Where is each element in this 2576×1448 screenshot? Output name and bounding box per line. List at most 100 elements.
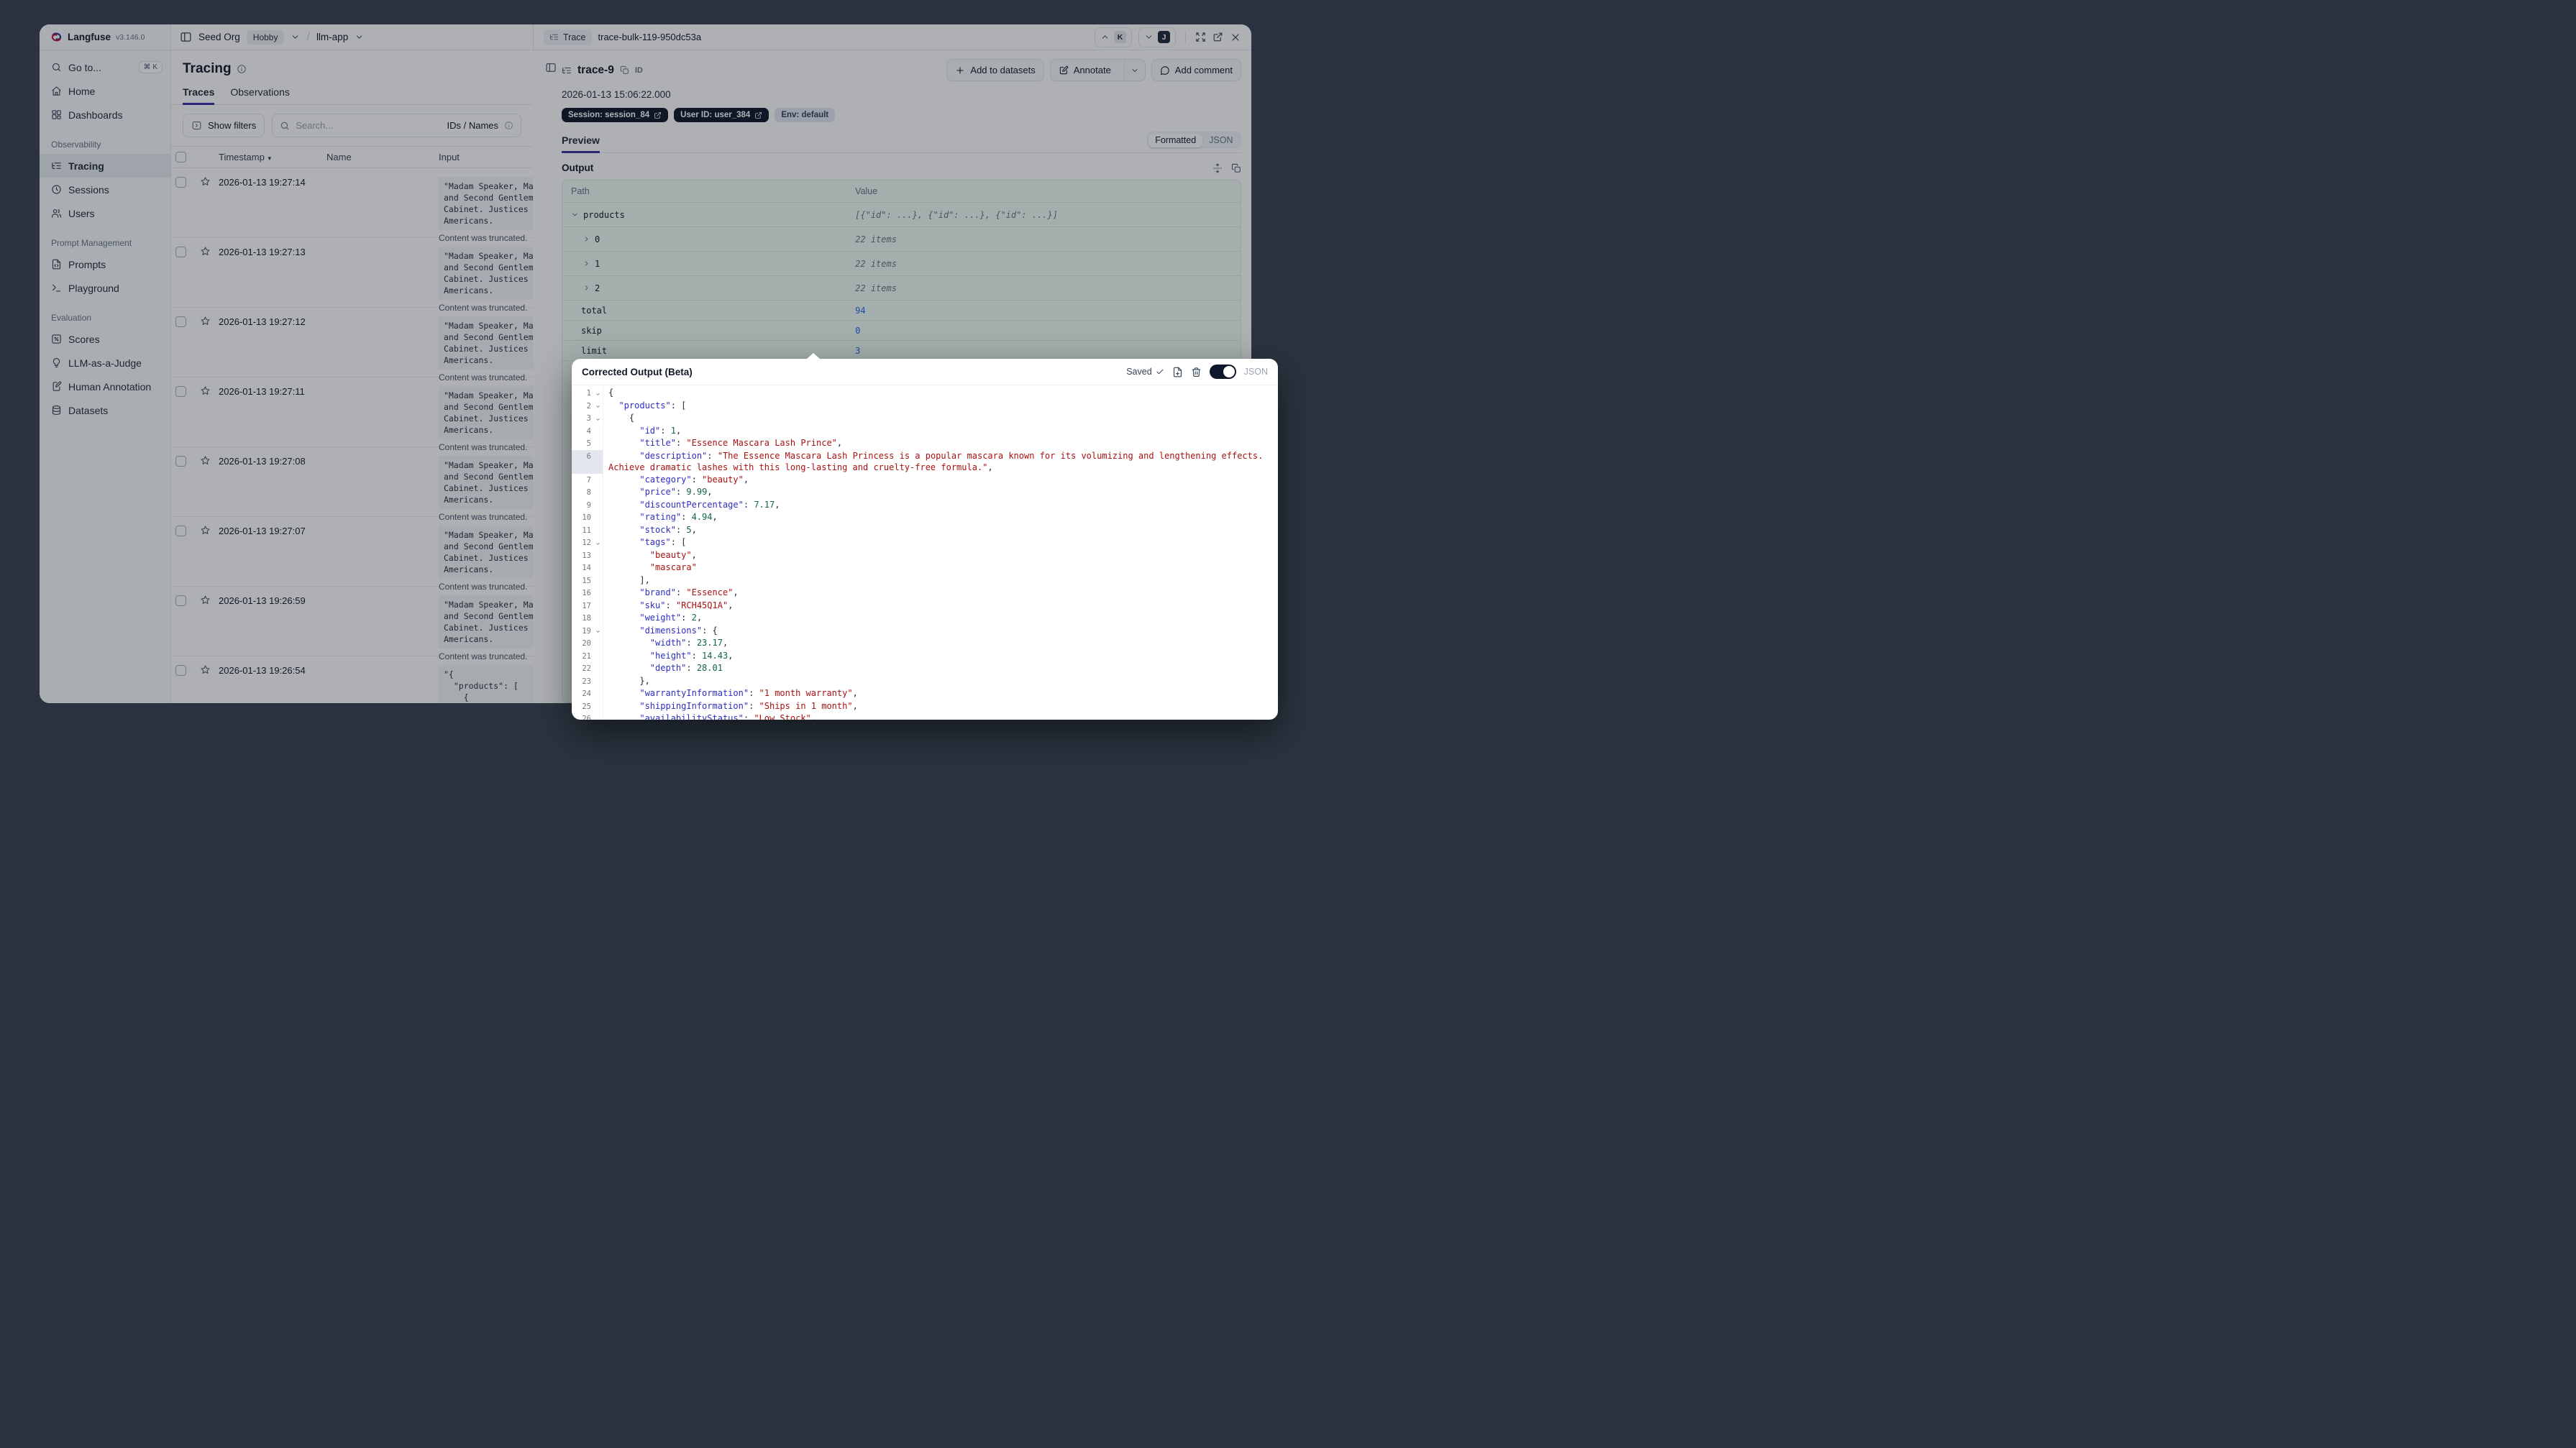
fold-chevron-icon[interactable] (593, 387, 603, 400)
gutter: 24 (572, 687, 603, 700)
gutter: 14 (572, 562, 603, 574)
code-line-content: "category": "beauty", (639, 474, 749, 485)
code-line-7[interactable]: 7 "category": "beauty", (572, 473, 1278, 486)
code-line-18[interactable]: 18 "weight": 2, (572, 612, 1278, 625)
code-line-26[interactable]: 26 "availabilityStatus": "Low Stock", (572, 712, 1278, 720)
fold-chevron-icon[interactable] (593, 412, 603, 425)
code-line-17[interactable]: 17 "sku": "RCH45Q1A", (572, 599, 1278, 613)
code-line-content: "width": 23.17, (649, 638, 729, 648)
code-line-content: "shippingInformation": "Ships in 1 month… (639, 700, 858, 711)
code-line-22[interactable]: 22 "depth": 28.01 (572, 662, 1278, 675)
gutter: 18 (572, 612, 603, 625)
code-line-10[interactable]: 10 "rating": 4.94, (572, 511, 1278, 524)
code-line-13[interactable]: 13 "beauty", (572, 549, 1278, 562)
gutter: 21 (572, 649, 603, 662)
json-toggle-label: JSON (1243, 367, 1268, 377)
toggle-knob (1223, 366, 1235, 377)
gutter: 3 (572, 412, 603, 425)
delete-icon[interactable] (1191, 367, 1202, 377)
gutter: 13 (572, 549, 603, 562)
code-line-content: "beauty", (649, 549, 697, 560)
gutter: 10 (572, 511, 603, 524)
gutter: 8 (572, 486, 603, 499)
gutter: 19 (572, 624, 603, 638)
code-line-19[interactable]: 19 "dimensions": { (572, 624, 1278, 638)
gutter: 20 (572, 637, 603, 650)
gutter: 6 (572, 449, 603, 474)
code-line-1[interactable]: 1{ (572, 387, 1278, 400)
code-line-9[interactable]: 9 "discountPercentage": 7.17, (572, 498, 1278, 512)
code-line-24[interactable]: 24 "warrantyInformation": "1 month warra… (572, 687, 1278, 700)
code-line-23[interactable]: 23 }, (572, 674, 1278, 688)
add-to-dataset-icon[interactable] (1172, 367, 1183, 377)
code-line-6[interactable]: 6 "description": "The Essence Mascara La… (572, 449, 1278, 474)
code-line-content: "availabilityStatus": "Low Stock", (639, 713, 817, 720)
corrected-output-panel: Corrected Output (Beta) Saved JSON 1{2 "… (572, 353, 1278, 720)
code-line-5[interactable]: 5 "title": "Essence Mascara Lash Prince"… (572, 437, 1278, 450)
gutter: 4 (572, 424, 603, 438)
json-code-editor[interactable]: 1{2 "products": [3 {4 "id": 1, 5 "title":… (572, 385, 1278, 720)
gutter: 12 (572, 536, 603, 549)
code-line-content: "height": 14.43, (649, 650, 734, 661)
gutter: 16 (572, 587, 603, 600)
code-line-21[interactable]: 21 "height": 14.43, (572, 649, 1278, 662)
code-line-content: "weight": 2, (639, 613, 703, 623)
desktop: { "colors": { "accent": "#3730a3", "badg… (0, 0, 1288, 724)
gutter: 2 (572, 399, 603, 413)
fold-chevron-icon[interactable] (593, 400, 603, 413)
code-line-11[interactable]: 11 "stock": 5, (572, 523, 1278, 537)
code-line-content: { (608, 388, 614, 398)
gutter: 7 (572, 473, 603, 486)
gutter: 9 (572, 498, 603, 512)
corrected-output-controls: Saved JSON (1126, 365, 1268, 379)
gutter: 1 (572, 387, 603, 400)
gutter: 26 (572, 712, 603, 720)
code-line-12[interactable]: 12 "tags": [ (572, 536, 1278, 549)
code-line-content: "title": "Essence Mascara Lash Prince", (639, 438, 843, 448)
code-line-content: "rating": 4.94, (639, 512, 718, 522)
code-line-content: "dimensions": { (639, 625, 718, 636)
code-line-2[interactable]: 2 "products": [ (572, 399, 1278, 413)
code-line-content: "products": [ (618, 400, 687, 411)
code-line-content: "tags": [ (639, 537, 687, 547)
fold-chevron-icon[interactable] (593, 536, 603, 549)
code-line-25[interactable]: 25 "shippingInformation": "Ships in 1 mo… (572, 700, 1278, 713)
code-line-4[interactable]: 4 "id": 1, (572, 424, 1278, 438)
gutter: 23 (572, 674, 603, 688)
code-line-content: "mascara" (649, 562, 697, 572)
fold-chevron-icon[interactable] (593, 625, 603, 638)
code-line-15[interactable]: 15 ], (572, 574, 1278, 587)
check-icon (1156, 367, 1164, 376)
code-line-content: "id": 1, (639, 425, 682, 436)
code-line-3[interactable]: 3 { (572, 412, 1278, 425)
code-line-8[interactable]: 8 "price": 9.99, (572, 486, 1278, 499)
saved-status: Saved (1126, 367, 1164, 377)
code-line-20[interactable]: 20 "width": 23.17, (572, 637, 1278, 650)
code-line-content: "discountPercentage": 7.17, (639, 499, 780, 510)
code-line-16[interactable]: 16 "brand": "Essence", (572, 587, 1278, 600)
gutter: 25 (572, 700, 603, 713)
code-line-content: "warrantyInformation": "1 month warranty… (639, 688, 858, 698)
code-line-content: "sku": "RCH45Q1A", (639, 600, 734, 610)
code-line-content: "price": 9.99, (639, 487, 713, 497)
gutter: 5 (572, 437, 603, 450)
code-line-content: ], (608, 574, 650, 585)
json-toggle[interactable] (1209, 365, 1236, 379)
code-line-14[interactable]: 14 "mascara" (572, 562, 1278, 574)
gutter: 17 (572, 599, 603, 613)
